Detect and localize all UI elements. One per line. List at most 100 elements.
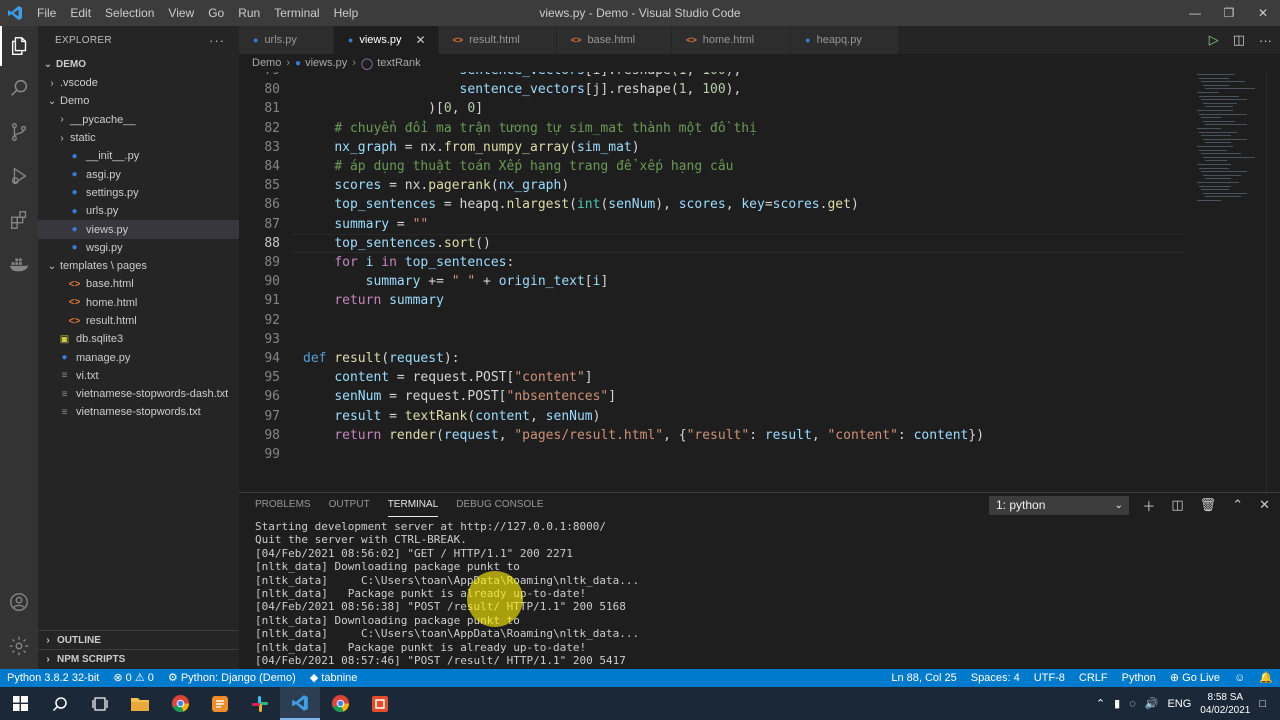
network-icon[interactable]: ◌ — [1129, 698, 1136, 710]
file-item[interactable]: ● urls.py — [38, 202, 239, 220]
chrome-app-icon[interactable] — [160, 687, 200, 720]
battery-icon[interactable]: ▮ — [1114, 697, 1120, 710]
more-actions-icon[interactable]: ··· — [209, 33, 225, 48]
npm-scripts-section[interactable]: › NPM SCRIPTS — [38, 649, 239, 668]
account-icon[interactable] — [0, 582, 38, 622]
explorer-icon[interactable] — [0, 26, 38, 66]
split-editor-icon[interactable]: ◫ — [1233, 32, 1245, 48]
kill-terminal-icon[interactable]: 🗑 — [1200, 497, 1217, 513]
menu-help[interactable]: Help — [327, 0, 366, 26]
panel-tab-terminal[interactable]: TERMINAL — [387, 493, 439, 517]
file-explorer-app-icon[interactable] — [120, 687, 160, 720]
menu-selection[interactable]: Selection — [98, 0, 161, 26]
code-line[interactable]: 87 summary = "" — [239, 215, 1199, 234]
code-line[interactable]: 85 scores = nx.pagerank(nx_graph) — [239, 176, 1199, 195]
folder-item[interactable]: ⌄ Demo — [38, 92, 239, 110]
code-line[interactable]: 90 summary += " " + origin_text[i] — [239, 272, 1199, 291]
folder-item[interactable]: › .vscode — [38, 74, 239, 92]
file-item[interactable]: <> result.html — [38, 312, 239, 330]
go-live-button[interactable]: ⊕ Go Live — [1163, 669, 1227, 687]
run-python-file-icon[interactable]: ▷ — [1209, 32, 1219, 48]
panel-tab-problems[interactable]: PROBLEMS — [255, 493, 311, 517]
code-line[interactable]: 83 nx_graph = nx.from_numpy_array(sim_ma… — [239, 138, 1199, 157]
code-line[interactable]: 92 — [239, 311, 1199, 330]
line-ending[interactable]: CRLF — [1072, 669, 1115, 687]
volume-icon[interactable]: 🔊 — [1145, 697, 1159, 710]
code-line[interactable]: 86 top_sentences = heapq.nlargest(int(se… — [239, 195, 1199, 214]
problems-status[interactable]: ⊗ 0 ⚠ 0 — [106, 669, 161, 687]
code-editor[interactable]: 79 sentence_vectors[i].reshape(1, 100),8… — [239, 72, 1280, 492]
editor-tab[interactable]: <>home.html✕ — [672, 26, 792, 54]
file-item[interactable]: ● asgi.py — [38, 165, 239, 183]
red-app-icon[interactable] — [360, 687, 400, 720]
outline-section[interactable]: › OUTLINE — [38, 630, 239, 649]
feedback-icon[interactable]: ☺ — [1227, 669, 1252, 687]
breadcrumb-item[interactable]: views.py — [305, 57, 347, 69]
code-line[interactable]: 89 for i in top_sentences: — [239, 253, 1199, 272]
source-control-icon[interactable] — [0, 112, 38, 152]
menu-terminal[interactable]: Terminal — [267, 0, 326, 26]
folder-item[interactable]: › static — [38, 129, 239, 147]
split-terminal-icon[interactable]: ◫ — [1171, 497, 1183, 513]
search-icon[interactable] — [0, 68, 38, 108]
code-line[interactable]: 84 # áp dụng thuật toán Xếp hạng trang đ… — [239, 157, 1199, 176]
minimap[interactable] — [1191, 72, 1261, 212]
maximize-panel-icon[interactable]: ⌃ — [1232, 497, 1243, 513]
input-language[interactable]: ENG — [1167, 698, 1191, 710]
code-line[interactable]: 93 — [239, 330, 1199, 349]
file-item[interactable]: ≡ vietnamese-stopwords-dash.txt — [38, 385, 239, 403]
code-line[interactable]: 80 sentence_vectors[j].reshape(1, 100), — [239, 80, 1199, 99]
breadcrumb-item[interactable]: textRank — [377, 57, 420, 69]
taskbar-search-icon[interactable] — [40, 687, 80, 720]
restore-button[interactable]: ❐ — [1212, 0, 1246, 26]
editor-tab[interactable]: ● views.py ✕ — [333, 26, 439, 54]
language-mode[interactable]: Python — [1115, 669, 1163, 687]
file-item[interactable]: ≡ vi.txt — [38, 367, 239, 385]
slack-app-icon[interactable] — [240, 687, 280, 720]
root-folder-header[interactable]: ⌄ DEMO — [38, 54, 239, 74]
menu-file[interactable]: File — [30, 0, 63, 26]
code-line[interactable]: 79 sentence_vectors[i].reshape(1, 100), — [239, 72, 1199, 80]
code-line[interactable]: 82 # chuyển đổi ma trận tương tự sim_mat… — [239, 119, 1199, 138]
editor-tab[interactable]: <>base.html✕ — [556, 26, 673, 54]
python-interpreter[interactable]: Python 3.8.2 32-bit — [0, 669, 106, 687]
new-terminal-icon[interactable]: ＋ — [1142, 496, 1155, 515]
tabnine-status[interactable]: ◆ tabnine — [303, 669, 365, 687]
editor-tab[interactable]: ●urls.py✕ — [239, 26, 334, 54]
code-line[interactable]: 96 senNum = request.POST["nbsentences"] — [239, 387, 1199, 406]
clock[interactable]: 8:58 SA 04/02/2021 — [1200, 691, 1250, 717]
folder-item[interactable]: › __pycache__ — [38, 111, 239, 129]
terminal-select[interactable]: 1: python ⌄ — [989, 496, 1129, 515]
file-item[interactable]: ▣ db.sqlite3 — [38, 330, 239, 348]
menu-go[interactable]: Go — [201, 0, 231, 26]
settings-gear-icon[interactable] — [0, 626, 38, 666]
file-item[interactable]: ● settings.py — [38, 184, 239, 202]
panel-tab-debug-console[interactable]: DEBUG CONSOLE — [456, 493, 543, 517]
extensions-icon[interactable] — [0, 200, 38, 240]
code-line[interactable]: 99 — [239, 445, 1199, 464]
menu-run[interactable]: Run — [231, 0, 267, 26]
show-hidden-icons-icon[interactable]: ⌃ — [1096, 697, 1105, 710]
panel-tab-output[interactable]: OUTPUT — [329, 493, 370, 517]
file-item[interactable]: <> home.html — [38, 294, 239, 312]
editor-tab[interactable]: ●heapq.py✕ — [791, 26, 899, 54]
code-line[interactable]: 88 top_sentences.sort() — [239, 234, 1199, 253]
editor-tab[interactable]: <>result.html✕ — [438, 26, 557, 54]
more-actions-icon[interactable]: ··· — [1259, 33, 1272, 48]
docker-icon[interactable] — [0, 244, 38, 284]
file-item[interactable]: ≡ vietnamese-stopwords.txt — [38, 403, 239, 421]
code-line[interactable]: 91 return summary — [239, 291, 1199, 310]
file-item[interactable]: ● views.py — [38, 220, 239, 239]
code-line[interactable]: 95 content = request.POST["content"] — [239, 368, 1199, 387]
code-line[interactable]: 98 return render(request, "pages/result.… — [239, 426, 1199, 445]
file-item[interactable]: <> base.html — [38, 275, 239, 293]
close-panel-icon[interactable]: ✕ — [1259, 497, 1270, 513]
menu-edit[interactable]: Edit — [63, 0, 98, 26]
run-debug-icon[interactable] — [0, 156, 38, 196]
cursor-position[interactable]: Ln 88, Col 25 — [884, 669, 963, 687]
indentation[interactable]: Spaces: 4 — [964, 669, 1027, 687]
file-item[interactable]: ● __init__.py — [38, 147, 239, 165]
close-tab-icon[interactable]: ✕ — [416, 33, 426, 47]
breadcrumb-item[interactable]: Demo — [252, 57, 281, 69]
code-line[interactable]: 81 )[0, 0] — [239, 99, 1199, 118]
